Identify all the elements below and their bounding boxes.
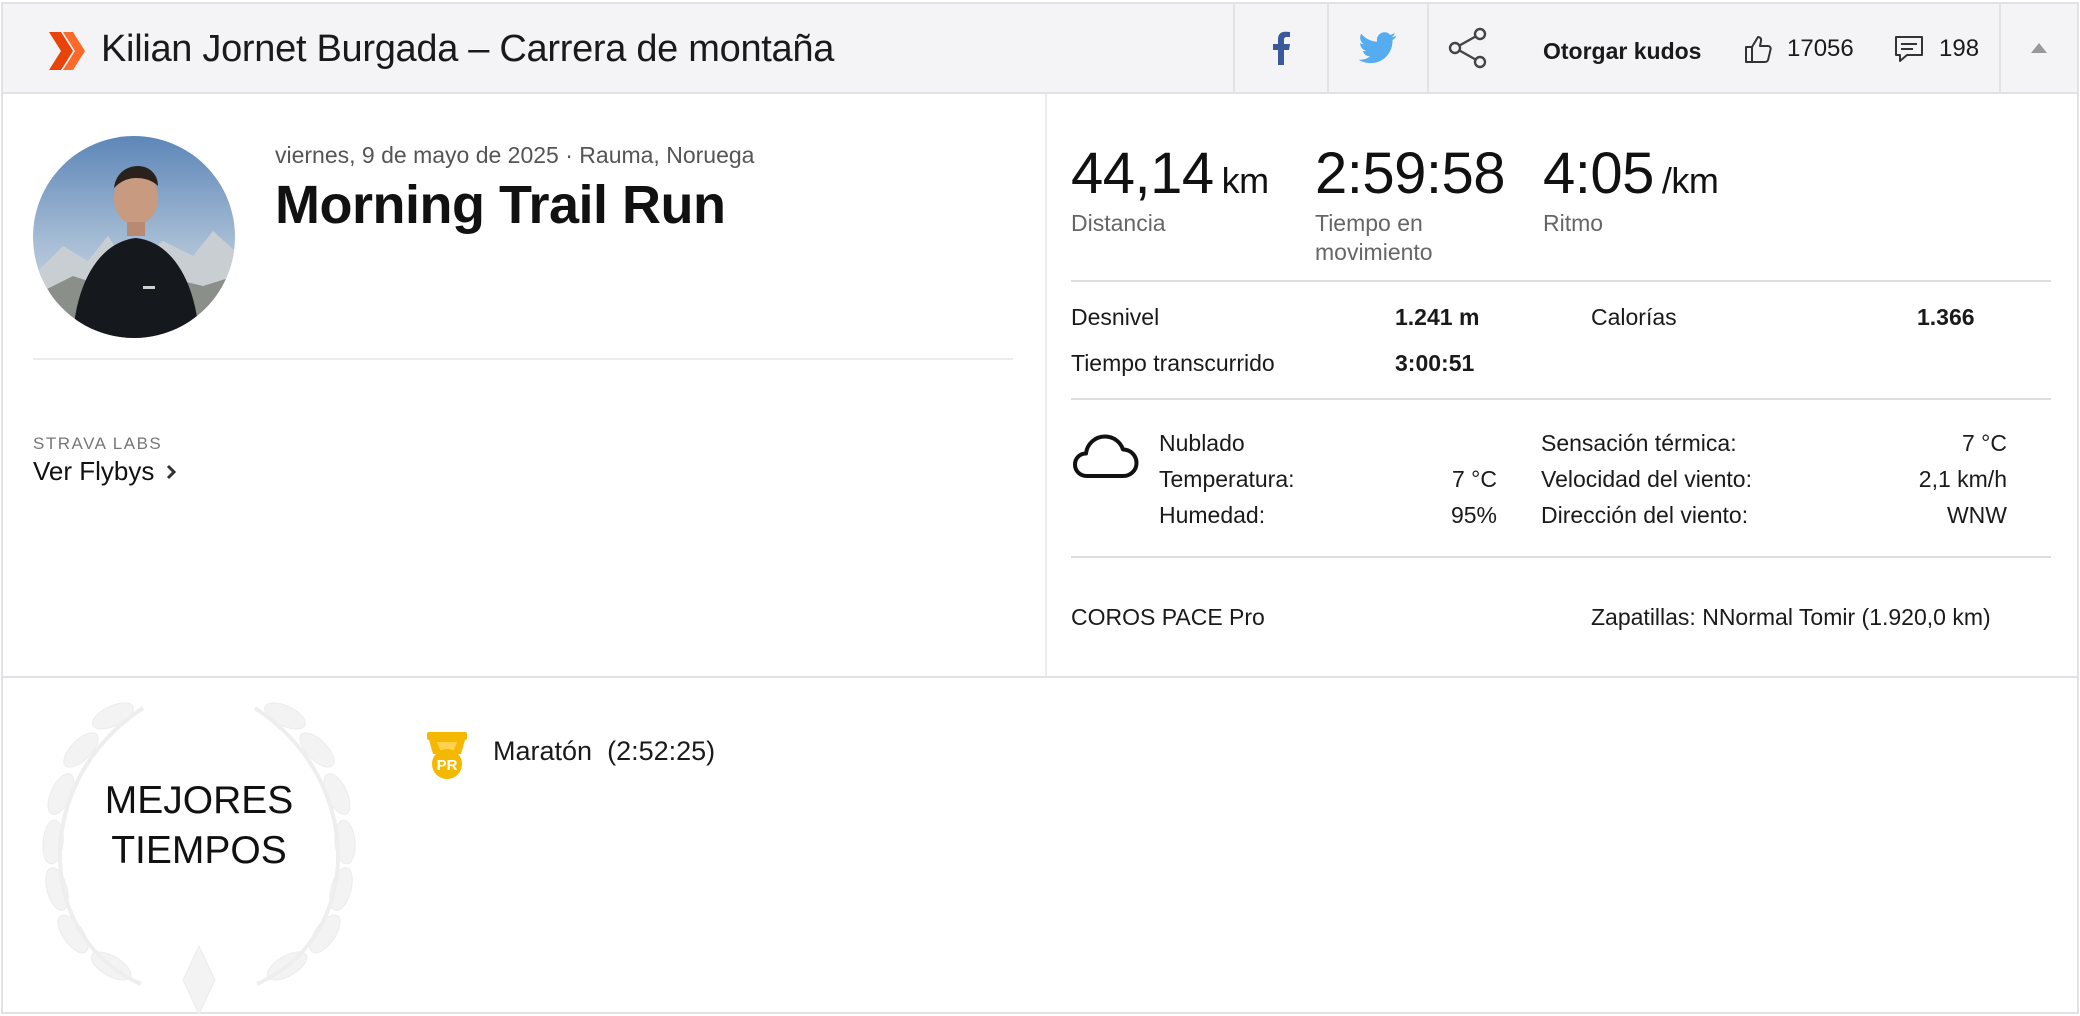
moving-time-label-line2: movimiento — [1315, 239, 1433, 265]
feels-like-label: Sensación térmica: — [1541, 430, 1737, 456]
wind-speed-value: 2,1 km/h — [1918, 466, 2007, 492]
wind-direction-value: WNW — [1946, 502, 2007, 528]
stat-moving-time: 2:59:58 Tiempo en movimiento — [1315, 140, 1506, 267]
moving-time-label-line1: Tiempo en — [1315, 210, 1423, 236]
strava-chevron-logo-icon[interactable] — [47, 30, 87, 72]
pace-unit: /km — [1661, 160, 1719, 201]
facebook-icon — [1273, 31, 1290, 65]
stat-distance: 44,14 km Distancia — [1071, 140, 1269, 238]
page-title: Kilian Jornet Burgada – Carrera de monta… — [101, 28, 835, 70]
distance-unit: km — [1221, 160, 1270, 201]
comment-count: 198 — [1939, 35, 1980, 62]
pace-label: Ritmo — [1543, 210, 1604, 236]
twitter-icon — [1359, 32, 1397, 64]
column-divider — [1045, 94, 1047, 678]
view-flybys-label: Ver Flybys — [33, 456, 155, 486]
weather-condition: Nublado — [1159, 430, 1245, 456]
activity-name: Morning Trail Run — [275, 175, 726, 235]
chevron-right-icon — [167, 464, 177, 479]
shoes-info[interactable]: Zapatillas: NNormal Tomir (1.920,0 km) — [1591, 604, 1991, 631]
distance-value: 44,14 — [1071, 141, 1214, 206]
share-icon — [1448, 27, 1487, 69]
activity-meta: viernes, 9 de mayo de 2025 · Rauma, Noru… — [275, 142, 755, 168]
comment-count-button[interactable]: 198 — [1893, 34, 1979, 64]
best-efforts-title-line2: TIEMPOS — [111, 829, 287, 872]
elevation-label: Desnivel — [1071, 304, 1160, 330]
calories-value: 1.366 — [1917, 304, 1975, 330]
athlete-photo — [33, 136, 235, 338]
pr-badge-text: PR — [437, 757, 458, 774]
elapsed-time-value: 3:00:51 — [1395, 350, 1475, 376]
cloud-icon — [1073, 434, 1139, 478]
weather-divider — [1071, 556, 2051, 558]
view-flybys-link[interactable]: Ver Flybys — [33, 456, 177, 487]
feels-like-value: 7 °C — [1962, 430, 2007, 456]
device-name[interactable]: COROS PACE Pro — [1071, 604, 1265, 631]
best-effort-item[interactable]: Maratón (2:52:25) — [493, 736, 715, 767]
distance-label: Distancia — [1071, 210, 1166, 236]
elevation-value: 1.241 m — [1395, 304, 1480, 330]
details-divider — [1071, 398, 2051, 400]
caret-up-icon — [2031, 43, 2047, 53]
section-divider — [33, 358, 1013, 360]
activity-card: Kilian Jornet Burgada – Carrera de monta… — [1, 2, 2079, 1016]
give-kudos-button[interactable]: Otorgar kudos — [1543, 38, 1701, 65]
stat-pace: 4:05/km Ritmo — [1543, 140, 1719, 238]
elapsed-time-label: Tiempo transcurrido — [1071, 350, 1275, 376]
activity-header: Kilian Jornet Burgada – Carrera de monta… — [3, 4, 2077, 94]
strava-labs-label: STRAVA LABS — [33, 434, 163, 453]
avatar[interactable] — [33, 136, 235, 338]
comment-icon — [1895, 36, 1923, 62]
moving-time-value: 2:59:58 — [1315, 141, 1506, 206]
best-effort-time: (2:52:25) — [607, 736, 716, 766]
kudos-count-button[interactable]: 17056 — [1743, 34, 1854, 64]
stats-divider — [1071, 280, 2051, 282]
section-divider — [3, 676, 2077, 678]
best-efforts-title-line1: MEJORES — [104, 779, 294, 822]
thumbs-up-icon — [1745, 36, 1772, 63]
wind-direction-label: Dirección del viento: — [1541, 502, 1749, 528]
share-facebook-button[interactable] — [1235, 4, 1327, 92]
pace-value: 4:05 — [1543, 141, 1654, 206]
share-button[interactable] — [1429, 4, 1507, 92]
temperature-value: 7 °C — [1452, 466, 1497, 492]
wind-speed-label: Velocidad del viento: — [1541, 466, 1752, 492]
kudos-count: 17056 — [1787, 35, 1854, 62]
share-twitter-button[interactable] — [1329, 4, 1427, 92]
calories-label: Calorías — [1591, 304, 1677, 330]
humidity-value: 95% — [1450, 502, 1497, 528]
best-efforts-title: MEJORES TIEMPOS — [33, 776, 365, 876]
temperature-label: Temperatura: — [1159, 466, 1295, 492]
best-effort-label: Maratón — [493, 736, 593, 766]
collapse-button[interactable] — [2001, 4, 2077, 92]
pr-medal-icon: PR — [427, 732, 467, 779]
humidity-label: Humedad: — [1159, 502, 1266, 528]
